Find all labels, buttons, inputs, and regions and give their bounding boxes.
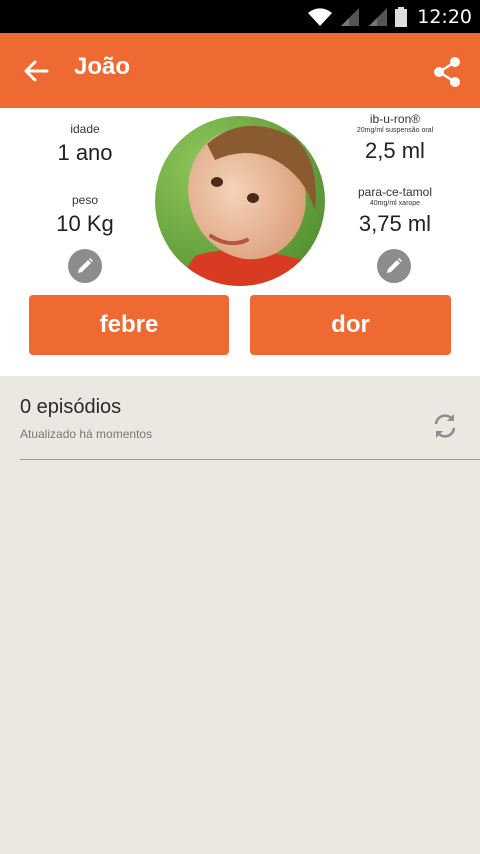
signal-icon-secondary [369, 8, 388, 26]
paracetamol-dose: para-ce-tamol 40mg/ml xarope 3,75 ml [335, 185, 455, 237]
battery-icon [395, 7, 408, 27]
pencil-icon [78, 258, 93, 273]
signal-icon [341, 8, 360, 26]
ibuprofen-value: 2,5 ml [365, 138, 425, 163]
refresh-button[interactable] [430, 411, 460, 441]
episodes-updated-text: Atualizado há momentos [20, 427, 153, 441]
share-icon [434, 57, 460, 87]
pencil-icon [387, 258, 402, 273]
share-button[interactable] [430, 55, 464, 89]
age-stat: idade 1 ano [30, 122, 140, 166]
arrow-left-icon [24, 60, 49, 82]
app-bar: João [0, 33, 480, 108]
child-photo [155, 116, 325, 286]
episodes-section: 0 episódios Atualizado há momentos [0, 376, 480, 854]
status-bar: 12:20 [0, 0, 480, 33]
weight-value: 10 Kg [56, 211, 114, 236]
status-time: 12:20 [417, 6, 472, 28]
child-profile-card: idade 1 ano peso 10 Kg ib-u-ron® 20mg/ml… [0, 108, 480, 376]
back-button[interactable] [18, 55, 54, 87]
pain-button[interactable]: dor [250, 295, 451, 355]
avatar [155, 116, 325, 286]
ibuprofen-detail: 20mg/ml suspensão oral [356, 127, 434, 134]
wifi-icon [308, 8, 333, 26]
paracetamol-detail: 40mg/ml xarope [369, 200, 421, 207]
ibuprofen-label: ib-u-ron® [369, 112, 421, 126]
divider [20, 459, 480, 460]
refresh-icon [434, 414, 456, 438]
paracetamol-label: para-ce-tamol [357, 185, 433, 199]
page-title: João [74, 53, 131, 80]
edit-profile-button[interactable] [68, 249, 102, 283]
age-label: idade [70, 122, 100, 136]
fever-button[interactable]: febre [29, 295, 229, 355]
ibuprofen-dose: ib-u-ron® 20mg/ml suspensão oral 2,5 ml [335, 112, 455, 164]
weight-label: peso [71, 193, 99, 207]
edit-medication-button[interactable] [377, 249, 411, 283]
age-value: 1 ano [57, 140, 113, 165]
weight-stat: peso 10 Kg [30, 193, 140, 237]
paracetamol-value: 3,75 ml [358, 211, 432, 236]
episodes-count: 0 episódios [20, 396, 122, 418]
status-icons: 12:20 [307, 4, 472, 30]
